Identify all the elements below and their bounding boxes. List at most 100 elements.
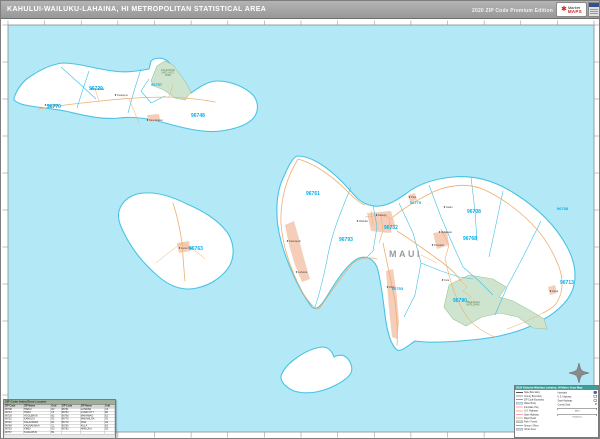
- legend-swatch: [516, 396, 523, 397]
- town-dot: [439, 231, 440, 232]
- legend-item-label: State Highway: [524, 413, 539, 416]
- publisher-badge: [588, 2, 600, 17]
- legend-swatch: [516, 392, 523, 393]
- zip-label-96761: 96761: [306, 191, 320, 197]
- zip-label-96713: 96713: [560, 280, 574, 286]
- zip-label-96748: 96748: [191, 113, 205, 119]
- town-dot: [387, 286, 388, 287]
- legend-road-label: State Highway: [558, 399, 573, 402]
- county-seat-star-icon: ★: [594, 403, 597, 406]
- legend-item-label: Urban Area: [524, 428, 536, 431]
- zip-label-96708: 96708: [467, 209, 481, 215]
- legend-item-label: U.S. Highway: [524, 410, 538, 413]
- legend-swatch: [516, 407, 523, 408]
- us-shield-icon: [594, 395, 598, 398]
- town-label: Wailuku: [359, 219, 369, 223]
- zip-label-96753: 96753: [392, 286, 404, 291]
- zip-index-cell: [61, 431, 80, 434]
- town-label: Lahaina: [298, 270, 308, 274]
- state-shield-icon: [594, 399, 598, 402]
- map-title: KAHULUI-WAILUKU-LAHAINA, HI METROPOLITAN…: [7, 6, 266, 13]
- logo-star-icon: ✱: [561, 6, 567, 13]
- legend-panel: 2020 Kahului-Wailuku-Lahaina, HI Metro A…: [514, 385, 599, 438]
- town-label: Kula: [444, 278, 450, 282]
- legend-road-list: InterstateU.S. HighwayState HighwayCount…: [558, 391, 598, 432]
- town-dot: [442, 279, 443, 280]
- town-label: Haiku: [446, 205, 453, 209]
- zip-index-cell: 96757: [4, 431, 23, 434]
- town-label: Hana: [552, 289, 559, 293]
- legend-swatch: [516, 399, 523, 400]
- legend-item: Urban Area: [516, 427, 556, 431]
- legend-swatch: [516, 410, 523, 411]
- town-dot: [432, 244, 433, 245]
- zip-label-96729: 96729: [89, 86, 103, 92]
- zip-label-96763: 96763: [189, 246, 203, 252]
- interstate-shield-icon: [594, 391, 598, 394]
- legend-item-label: Stream / River: [524, 424, 539, 427]
- zip-label-96708: 96708: [557, 206, 569, 211]
- legend-symbol-list: State BoundaryCounty BoundaryZIP Code Bo…: [516, 391, 556, 432]
- park-label: HALEAKALANAT'L PARK: [466, 301, 480, 307]
- town-label: Paia: [411, 195, 417, 199]
- scale-bar: Miles: [558, 408, 598, 412]
- town-dot: [376, 214, 377, 215]
- legend-item-label: Major Road: [524, 417, 536, 420]
- legend-swatch: [516, 402, 523, 405]
- zip-label-96770: 96770: [47, 104, 61, 110]
- town-dot: [45, 104, 46, 105]
- town-dot: [357, 220, 358, 221]
- zip-index-cell: B1: [51, 431, 61, 434]
- legend-swatch: [516, 418, 523, 419]
- town-label: Kualapuu: [117, 93, 129, 97]
- legend-item-label: ZIP Code Boundary: [524, 398, 544, 401]
- legend-swatch: [516, 421, 523, 424]
- town-label: Kaanapali: [289, 239, 301, 243]
- zip-index-cell: [104, 431, 114, 434]
- town-label: Pukalani: [434, 243, 444, 247]
- town-dot: [296, 271, 297, 272]
- zip-label-96779: 96779: [410, 200, 422, 205]
- map-poster: KAHULUI-WAILUKU-LAHAINA, HI METROPOLITAN…: [0, 0, 600, 439]
- scale-bar-label: Miles: [558, 410, 598, 412]
- town-dot: [287, 240, 288, 241]
- legend-road-label: Interstate: [558, 391, 568, 394]
- zip-label-96732: 96732: [384, 225, 398, 231]
- zip-label-96757: 96757: [151, 82, 163, 87]
- map-svg: KALAUPAPANAT'L HIST.PARKHALEAKALANAT'L P…: [1, 19, 600, 439]
- legend-swatch: [516, 425, 523, 426]
- county-label: MAUI: [389, 249, 422, 259]
- legend-swatch: [516, 414, 523, 415]
- title-bar: KAHULUI-WAILUKU-LAHAINA, HI METROPOLITAN…: [1, 1, 600, 19]
- legend-swatch: [516, 428, 523, 431]
- town-dot: [550, 290, 551, 291]
- scale-bar: Kilometers: [558, 414, 598, 418]
- town-dot: [115, 94, 116, 95]
- town-dot: [409, 196, 410, 197]
- town-dot: [444, 206, 445, 207]
- legend-item-label: Water Body: [524, 402, 536, 405]
- map-canvas: KALAUPAPANAT'L HIST.PARKHALEAKALANAT'L P…: [1, 19, 600, 439]
- legend-item-label: State Boundary: [524, 391, 540, 394]
- town-dot: [179, 247, 180, 248]
- legend-item-label: Park / Forest: [524, 421, 537, 424]
- town-label: Makawao: [441, 230, 453, 234]
- legend-item-label: County Boundary: [524, 395, 542, 398]
- legend-road-label: U.S. Highway: [558, 395, 572, 398]
- zip-index-cell: KUALAPUU: [23, 431, 50, 434]
- town-label: Kahului: [378, 213, 387, 217]
- legend-road-label: County Seat: [558, 403, 571, 406]
- town-label: Kaunakakai: [149, 118, 163, 122]
- legend-road-item: County Seat ★: [558, 403, 598, 407]
- zip-index-cell: [80, 431, 104, 434]
- zip-label-96790: 96790: [453, 298, 467, 304]
- zip-index-row: 96757KUALAPUUB1: [4, 431, 115, 434]
- zip-index-table: ZIP CodeZIP NameGridZIP CodeZIP NameGrid…: [4, 405, 115, 435]
- logo-word-maps: MAPS: [568, 10, 582, 14]
- zip-label-96768: 96768: [463, 236, 477, 242]
- zip-label-96793: 96793: [339, 237, 353, 243]
- edition-label: 2020 ZIP Code Premium Edition: [472, 8, 553, 14]
- scale-bar-label: Kilometers: [558, 416, 598, 418]
- zip-index-panel: ZIP Code Index/Zone Locator ZIP CodeZIP …: [3, 399, 116, 439]
- town-dot: [147, 119, 148, 120]
